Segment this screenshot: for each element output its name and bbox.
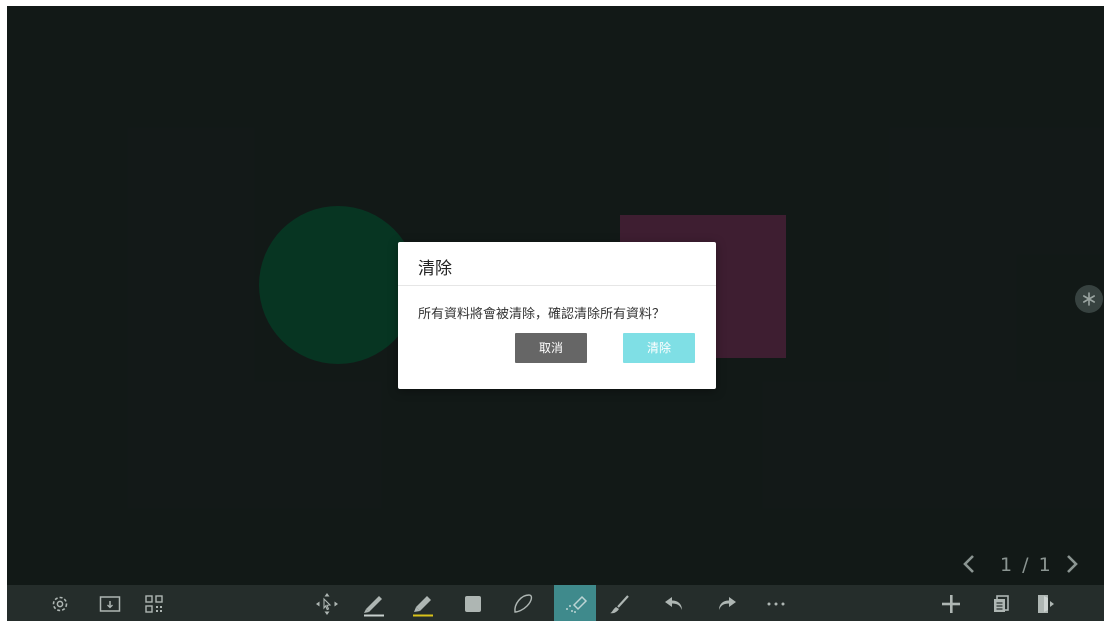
more-tools-button[interactable] [762, 591, 790, 617]
more-icon [767, 602, 785, 606]
undo-icon [665, 597, 682, 610]
folder-download-icon [99, 596, 121, 612]
chevron-left-icon [963, 555, 974, 573]
dialog-divider [398, 285, 716, 286]
lasso-icon [514, 594, 533, 613]
pen-icon [364, 596, 384, 617]
brush-clear-icon [610, 595, 629, 614]
highlighter-tool[interactable] [409, 591, 437, 617]
asterisk-icon [1082, 292, 1095, 306]
page-navigator: 1 / 1 [957, 551, 1087, 579]
select-tool[interactable] [313, 591, 341, 617]
eraser-icon [566, 595, 588, 613]
eraser-tool[interactable] [554, 585, 596, 621]
pages-icon [994, 595, 1009, 612]
settings-button[interactable] [46, 591, 74, 617]
qr-code-icon [145, 595, 163, 613]
open-file-button[interactable] [96, 591, 124, 617]
chevron-right-icon [1067, 555, 1078, 573]
undo-button[interactable] [661, 591, 689, 617]
redo-button[interactable] [712, 591, 740, 617]
page-next-button[interactable] [1065, 554, 1079, 579]
add-page-button[interactable] [937, 591, 965, 617]
gear-icon [52, 596, 68, 612]
add-page-icon [942, 595, 960, 613]
lasso-tool[interactable] [509, 591, 537, 617]
shape-square-icon [465, 596, 481, 612]
exit-icon [1038, 595, 1054, 613]
cancel-button[interactable]: 取消 [515, 333, 587, 363]
highlighter-icon [413, 596, 433, 617]
confirm-clear-button[interactable]: 清除 [623, 333, 695, 363]
bottom-toolbar [7, 585, 1104, 621]
clear-brush-tool[interactable] [605, 591, 633, 617]
dialog-message: 所有資料將會被清除，確認清除所有資料？ [418, 307, 666, 322]
pen-tool[interactable] [360, 591, 388, 617]
exit-button[interactable] [1032, 591, 1060, 617]
page-prev-button[interactable] [962, 554, 976, 579]
page-list-button[interactable] [987, 591, 1015, 617]
page-indicator: 1 / 1 [1000, 554, 1053, 576]
select-move-icon [316, 593, 338, 615]
whiteboard-app: 清除 所有資料將會被清除，確認清除所有資料？ 取消 清除 1 / 1 [7, 6, 1104, 621]
shape-tool[interactable] [459, 591, 487, 617]
redo-icon [719, 597, 736, 610]
qr-code-button[interactable] [140, 591, 168, 617]
clear-confirm-dialog: 清除 所有資料將會被清除，確認清除所有資料？ 取消 清除 [398, 242, 716, 389]
side-menu-button[interactable] [1075, 285, 1103, 313]
dialog-title: 清除 [418, 259, 452, 279]
